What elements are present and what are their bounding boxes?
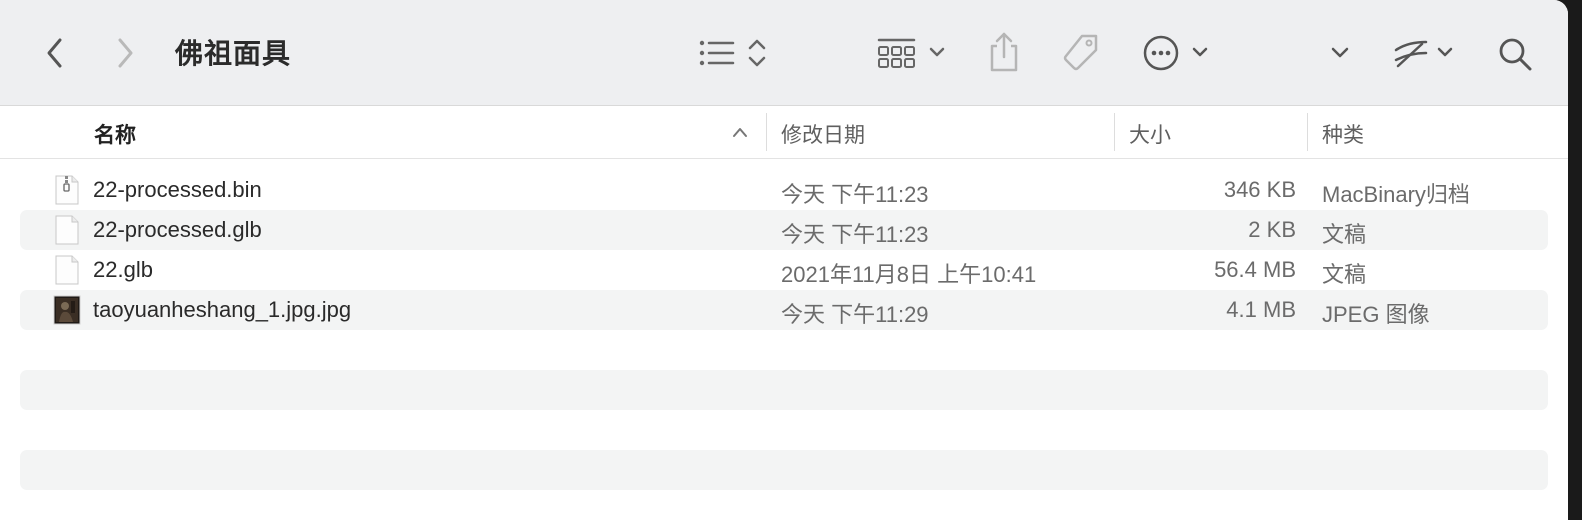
- column-divider[interactable]: [766, 113, 767, 151]
- column-size-header[interactable]: 大小: [1129, 119, 1171, 149]
- sort-ascending-icon[interactable]: [731, 125, 749, 143]
- file-date: 今天 下午11:29: [781, 302, 929, 327]
- toolbar: 佛祖面具: [0, 0, 1568, 106]
- file-kind: 文稿: [1322, 262, 1367, 287]
- column-kind-header[interactable]: 种类: [1322, 119, 1364, 149]
- file-row[interactable]: 22-processed.glb 今天 下午11:23 2 KB 文稿: [20, 210, 1548, 250]
- column-divider[interactable]: [1114, 113, 1115, 151]
- file-row[interactable]: taoyuanheshang_1.jpg.jpg 今天 下午11:29 4.1 …: [20, 290, 1548, 330]
- chevron-right-icon[interactable]: [110, 36, 140, 70]
- file-size: 4.1 MB: [1226, 297, 1296, 322]
- file-date: 2021年11月8日 上午10:41: [781, 262, 1037, 287]
- tag-icon[interactable]: [1060, 32, 1102, 74]
- file-row[interactable]: 22-processed.bin 今天 下午11:23 346 KB MacBi…: [20, 170, 1548, 210]
- file-name: 22-processed.bin: [93, 177, 262, 202]
- document-icon: [53, 215, 81, 245]
- image-thumbnail-icon: [53, 295, 81, 325]
- file-kind: JPEG 图像: [1322, 302, 1430, 327]
- finder-window: 佛祖面具 名称 修改日期 大小 种类 22-processed.bin 今天 下…: [0, 0, 1568, 520]
- archive-file-icon: [53, 175, 81, 205]
- column-date-header[interactable]: 修改日期: [781, 119, 865, 149]
- empty-row: [20, 370, 1548, 410]
- empty-row: [20, 330, 1548, 370]
- grid-group-icon[interactable]: [876, 36, 948, 70]
- empty-row: [20, 410, 1548, 450]
- share-icon[interactable]: [986, 30, 1022, 74]
- file-row[interactable]: 22.glb 2021年11月8日 上午10:41 56.4 MB 文稿: [20, 250, 1548, 290]
- file-name: 22.glb: [93, 257, 153, 282]
- chevron-down-icon[interactable]: [1326, 40, 1354, 66]
- file-size: 346 KB: [1223, 177, 1296, 202]
- empty-row: [20, 450, 1548, 490]
- file-kind: 文稿: [1322, 222, 1367, 247]
- column-header: 名称 修改日期 大小 种类: [0, 106, 1568, 159]
- column-name-header[interactable]: 名称: [94, 119, 136, 149]
- file-name: taoyuanheshang_1.jpg.jpg: [93, 297, 352, 322]
- extension-icon[interactable]: [1392, 36, 1460, 70]
- window-title: 佛祖面具: [175, 38, 292, 69]
- chevron-left-icon[interactable]: [40, 36, 70, 70]
- document-icon: [53, 255, 81, 285]
- file-kind: MacBinary归档: [1322, 182, 1470, 207]
- ellipsis-circle-icon[interactable]: [1142, 34, 1214, 72]
- file-size: 56.4 MB: [1214, 257, 1296, 282]
- search-icon[interactable]: [1496, 35, 1534, 73]
- file-date: 今天 下午11:23: [781, 222, 929, 247]
- file-size: 2 KB: [1248, 217, 1296, 242]
- file-name: 22-processed.glb: [93, 217, 262, 242]
- column-divider[interactable]: [1307, 113, 1308, 151]
- list-view-icon[interactable]: [698, 36, 770, 70]
- file-date: 今天 下午11:23: [781, 182, 929, 207]
